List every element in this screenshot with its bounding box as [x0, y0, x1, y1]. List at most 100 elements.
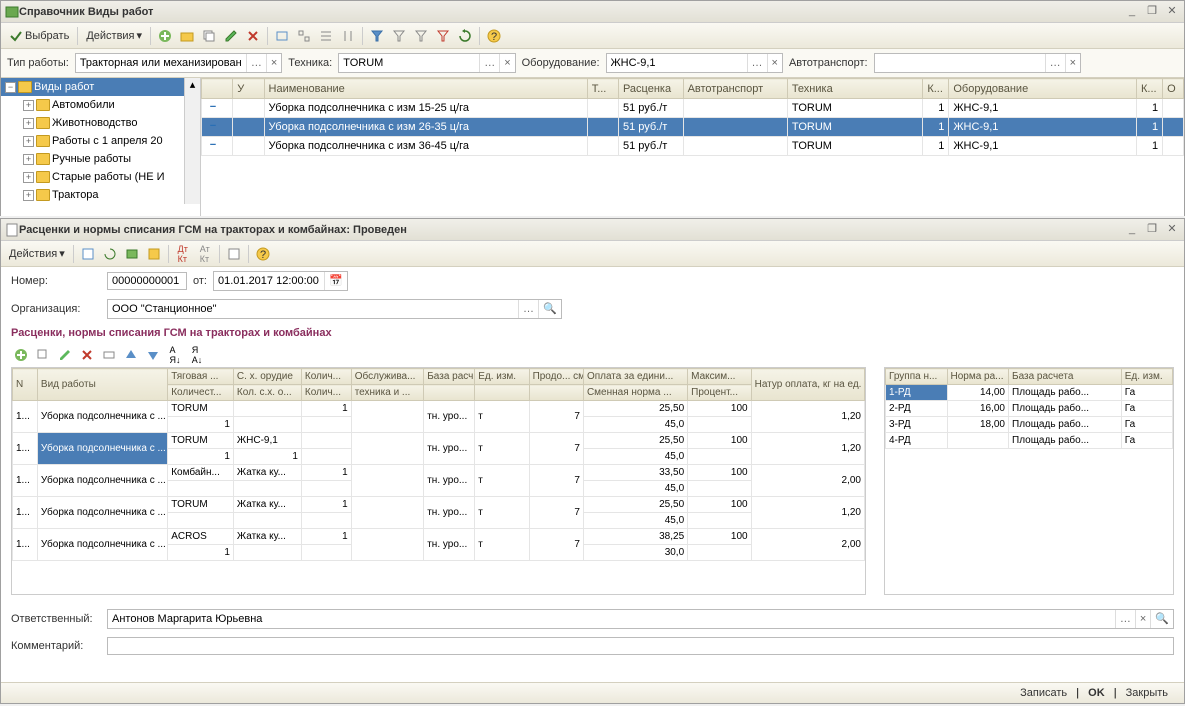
dots-icon[interactable]: … — [518, 300, 538, 318]
clear-icon[interactable]: × — [767, 54, 782, 72]
post-button[interactable] — [78, 244, 98, 264]
tree-item[interactable]: +Ручные работы — [1, 150, 184, 168]
row-edit-button[interactable] — [55, 345, 75, 365]
filter-button[interactable] — [367, 26, 387, 46]
equip-input[interactable] — [607, 54, 747, 72]
col-header[interactable]: N — [13, 369, 38, 401]
table-row[interactable]: 1...Уборка подсолнечника с ...TORUM1тн. … — [13, 401, 865, 417]
resp-combo[interactable]: …×🔍 — [107, 609, 1174, 629]
auto-input[interactable] — [875, 54, 1045, 72]
col-header[interactable]: техника и ... — [351, 385, 424, 401]
expand-icon[interactable]: + — [23, 118, 34, 129]
expand-icon[interactable]: − — [5, 82, 16, 93]
ak-button[interactable]: АтКт — [195, 244, 215, 264]
table-row[interactable]: 1-РД14,00Площадь рабо...Га — [886, 385, 1173, 401]
col-header[interactable]: Автотранспорт — [683, 79, 787, 99]
save-button[interactable]: Записать — [1014, 687, 1073, 699]
resp-input[interactable] — [108, 610, 1115, 628]
row-add-button[interactable] — [11, 345, 31, 365]
edit-button[interactable] — [221, 26, 241, 46]
col-header[interactable]: Расценка — [618, 79, 683, 99]
col-header[interactable]: База расч... — [424, 369, 475, 385]
col-header[interactable]: О — [1163, 79, 1184, 99]
col-header[interactable]: Кол. с.х. о... — [233, 385, 301, 401]
col-header[interactable]: С. х. орудие — [233, 369, 301, 385]
minimize-button[interactable]: _ — [1124, 223, 1140, 237]
col-header[interactable]: Колич... — [301, 385, 351, 401]
expand-icon[interactable]: + — [23, 172, 34, 183]
actions-button[interactable]: Действия ▾ — [82, 29, 146, 42]
org-combo[interactable]: …🔍 — [107, 299, 562, 319]
clear-icon[interactable]: × — [499, 54, 514, 72]
tree-item[interactable]: +Трактора — [1, 186, 184, 204]
hierarchy-button[interactable] — [294, 26, 314, 46]
row-delete-button[interactable] — [77, 345, 97, 365]
expand-icon[interactable]: + — [23, 190, 34, 201]
tree-item[interactable]: −Виды работ — [1, 78, 184, 96]
table-row[interactable]: 3-РД18,00Площадь рабо...Га — [886, 417, 1173, 433]
col-header[interactable]: Техника — [787, 79, 923, 99]
tech-combo[interactable]: …× — [338, 53, 515, 73]
type-combo[interactable]: …× — [75, 53, 282, 73]
refresh-button[interactable] — [455, 26, 475, 46]
col-header[interactable]: Т... — [587, 79, 618, 99]
help-button[interactable]: ? — [484, 26, 504, 46]
comment-input[interactable] — [107, 637, 1174, 655]
close-button[interactable]: ✕ — [1164, 5, 1180, 19]
help-button-2[interactable]: ? — [253, 244, 273, 264]
type-input[interactable] — [76, 54, 246, 72]
sort-asc-button[interactable]: AЯ↓ — [165, 345, 185, 365]
search-icon[interactable]: 🔍 — [538, 300, 561, 318]
sort-button[interactable] — [338, 26, 358, 46]
close-button[interactable]: ✕ — [1164, 223, 1180, 237]
auto-combo[interactable]: …× — [874, 53, 1081, 73]
equip-combo[interactable]: …× — [606, 53, 783, 73]
refresh-button-2[interactable] — [100, 244, 120, 264]
minimize-button[interactable]: _ — [1124, 5, 1140, 19]
grid-row[interactable]: −Уборка подсолнечника с изм 26-35 ц/га51… — [202, 118, 1184, 137]
sort-desc-button[interactable]: ЯA↓ — [187, 345, 207, 365]
table-row[interactable]: 1...Уборка подсолнечника с ...TORUMЖатка… — [13, 497, 865, 513]
table-row[interactable]: 2-РД16,00Площадь рабо...Га — [886, 401, 1173, 417]
col-header[interactable] — [202, 79, 233, 99]
expand-icon[interactable]: + — [23, 154, 34, 165]
tree-item[interactable]: +Работы с 1 апреля 20 — [1, 132, 184, 150]
filter-clear-button[interactable] — [433, 26, 453, 46]
dots-icon[interactable]: … — [1115, 610, 1135, 628]
maximize-button[interactable]: ❐ — [1144, 223, 1160, 237]
col-header[interactable]: Натур оплата, кг на ед. изм. — [751, 369, 864, 401]
number-input[interactable] — [107, 272, 187, 290]
tech-input[interactable] — [339, 54, 479, 72]
actions-button-2[interactable]: Действия ▾ — [5, 247, 69, 260]
dk-button[interactable]: ДтКт — [173, 244, 193, 264]
main-grid[interactable]: NВид работыТяговая ...С. х. орудиеКолич.… — [11, 367, 866, 595]
tree-scrollbar[interactable]: ▴ — [184, 78, 200, 204]
maximize-button[interactable]: ❐ — [1144, 5, 1160, 19]
copy-button[interactable] — [199, 26, 219, 46]
go-button[interactable] — [122, 244, 142, 264]
col-header[interactable]: Ед. изм. — [475, 369, 529, 385]
dots-icon[interactable]: … — [246, 54, 266, 72]
col-header[interactable]: У — [233, 79, 264, 99]
row-down-button[interactable] — [143, 345, 163, 365]
close-doc-button[interactable]: Закрыть — [1120, 687, 1174, 699]
table-row[interactable]: 1...Уборка подсолнечника с ...Комбайн...… — [13, 465, 865, 481]
col-header[interactable] — [529, 385, 583, 401]
delete-button[interactable] — [243, 26, 263, 46]
dots-icon[interactable]: … — [1045, 54, 1065, 72]
col-header[interactable]: Ед. изм. — [1121, 369, 1172, 385]
col-header[interactable]: Вид работы — [37, 369, 167, 401]
col-header[interactable]: Норма ра... — [947, 369, 1009, 385]
col-header[interactable] — [475, 385, 529, 401]
col-header[interactable]: Сменная норма ... — [583, 385, 687, 401]
table-row[interactable]: 1...Уборка подсолнечника с ...ACROSЖатка… — [13, 529, 865, 545]
table-row[interactable]: 1...Уборка подсолнечника с ...TORUMЖНС-9… — [13, 433, 865, 449]
col-header[interactable]: Продо... смен... — [529, 369, 583, 385]
add-group-button[interactable] — [177, 26, 197, 46]
row-copy-button[interactable] — [33, 345, 53, 365]
col-header[interactable]: База расчета — [1009, 369, 1122, 385]
filter-by-button[interactable] — [411, 26, 431, 46]
add-button[interactable] — [155, 26, 175, 46]
search-icon[interactable]: 🔍 — [1150, 610, 1173, 628]
col-header[interactable]: Тяговая ... — [168, 369, 234, 385]
